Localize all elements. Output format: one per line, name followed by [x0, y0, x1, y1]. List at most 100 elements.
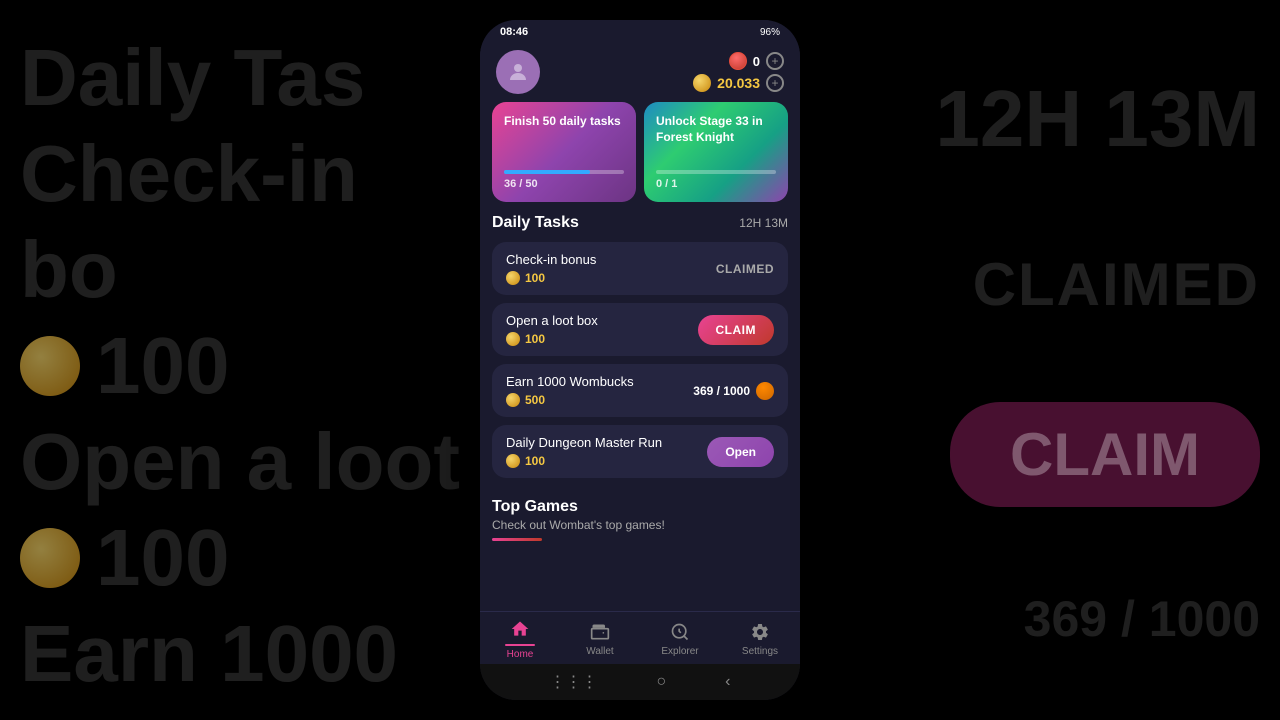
android-back-btn[interactable]: ‹ [725, 673, 730, 691]
background-right: 12H 13M CLAIMED CLAIM 369 / 1000 [800, 0, 1280, 720]
phone-frame: 08:46 96% 0 + 20.033 [480, 20, 800, 700]
bg-loot-coin-row: 100 [20, 510, 460, 606]
task-dungeon-coin-icon [506, 454, 520, 468]
daily-tasks-title: Daily Tasks [492, 214, 579, 232]
quest-card-1-progress: 36 / 50 [504, 170, 624, 190]
nav-home[interactable]: Home [480, 618, 560, 660]
quest-card-2-progress: 0 / 1 [656, 170, 776, 190]
gem-count: 0 [753, 54, 760, 69]
task-wombucks-progress: 369 / 1000 [693, 382, 774, 400]
claim-lootbox-button[interactable]: CLAIM [698, 315, 775, 345]
daily-tasks-header: Daily Tasks 12H 13M [492, 214, 788, 232]
task-wombucks-right: 369 / 1000 [693, 382, 774, 400]
task-checkin-amount: 100 [525, 271, 545, 285]
bg-progress-text: 369 / 1000 [1024, 589, 1260, 649]
header-top: 0 + 20.033 + [496, 50, 784, 94]
task-dungeon-right[interactable]: Open [707, 437, 774, 467]
task-wombucks-name: Earn 1000 Wombucks [506, 374, 634, 389]
android-nav-bar: ⋮⋮⋮ ○ ‹ [480, 664, 800, 700]
nav-explorer[interactable]: Explorer [640, 621, 720, 657]
header-right: 0 + 20.033 + [693, 52, 784, 92]
wallet-icon [589, 621, 611, 643]
bottom-nav: Home Wallet Explorer [480, 611, 800, 664]
nav-home-label: Home [507, 649, 534, 660]
bg-earn-text: Earn 1000 W [20, 606, 460, 720]
quest-progress-bar-1 [504, 170, 624, 174]
explorer-icon [669, 621, 691, 643]
task-wombucks-reward: 500 [506, 393, 634, 407]
daily-tasks-section: Daily Tasks 12H 13M Check-in bonus 100 C… [480, 214, 800, 478]
task-wombucks: Earn 1000 Wombucks 500 369 / 1000 [492, 364, 788, 417]
quest-card-daily-tasks[interactable]: Finish 50 daily tasks 36 / 50 [492, 102, 636, 202]
android-home-btn[interactable]: ○ [657, 673, 667, 691]
home-active-indicator [505, 644, 535, 646]
task-lootbox-reward: 100 [506, 332, 598, 346]
nav-settings-label: Settings [742, 646, 778, 657]
open-dungeon-button[interactable]: Open [707, 437, 774, 467]
bg-claim-btn: CLAIM [950, 402, 1260, 507]
top-games-section: Top Games Check out Wombat's top games! [480, 486, 800, 545]
task-lootbox-coin-icon [506, 332, 520, 346]
task-checkin-left: Check-in bonus 100 [506, 252, 596, 285]
task-dungeon-name: Daily Dungeon Master Run [506, 435, 662, 450]
nav-wallet-label: Wallet [586, 646, 613, 657]
quest-progress-fill-1 [504, 170, 590, 174]
top-games-subtitle: Check out Wombat's top games! [492, 518, 788, 532]
bg-title-text: Daily Tas [20, 30, 460, 126]
coins-row: 20.033 + [693, 74, 784, 92]
add-coins-button[interactable]: + [766, 74, 784, 92]
bg-loot-coin [20, 528, 80, 588]
home-icon [509, 618, 531, 640]
status-time: 08:46 [500, 26, 528, 38]
status-battery: 96% [760, 27, 780, 38]
bg-coin-icon [20, 336, 80, 396]
bg-checkin-row: Check-in bo [20, 126, 460, 318]
task-dungeon: Daily Dungeon Master Run 100 Open [492, 425, 788, 478]
gem-icon [729, 52, 747, 70]
bg-claimed-text: CLAIMED [973, 249, 1260, 321]
top-games-bar [492, 538, 542, 541]
task-wombucks-left: Earn 1000 Wombucks 500 [506, 374, 634, 407]
task-lootbox-left: Open a loot box 100 [506, 313, 598, 346]
gems-row: 0 + [729, 52, 784, 70]
nav-wallet[interactable]: Wallet [560, 621, 640, 657]
avatar[interactable] [496, 50, 540, 94]
header: 0 + 20.033 + [480, 44, 800, 102]
bg-checkin-coin-row: 100 [20, 318, 460, 414]
task-dungeon-left: Daily Dungeon Master Run 100 [506, 435, 662, 468]
daily-tasks-timer: 12H 13M [739, 216, 788, 230]
task-checkin-right: CLAIMED [716, 260, 774, 278]
bg-loot-text: Open a loot [20, 414, 460, 510]
android-menu-btn[interactable]: ⋮⋮⋮ [550, 672, 598, 692]
bg-timer-right: 12H 13M [935, 71, 1260, 167]
task-lootbox-right[interactable]: CLAIM [698, 315, 775, 345]
status-icons: 96% [760, 27, 780, 38]
task-wombucks-coin-icon [506, 393, 520, 407]
task-dungeon-amount: 100 [525, 454, 545, 468]
add-gems-button[interactable]: + [766, 52, 784, 70]
task-lootbox-amount: 100 [525, 332, 545, 346]
task-dungeon-reward: 100 [506, 454, 662, 468]
nav-settings[interactable]: Settings [720, 621, 800, 657]
coin-icon [693, 74, 711, 92]
quest-card-forest-knight[interactable]: Unlock Stage 33 in Forest Knight 0 / 1 [644, 102, 788, 202]
task-checkin-coin-icon [506, 271, 520, 285]
task-checkin-reward: 100 [506, 271, 596, 285]
task-wombucks-amount: 500 [525, 393, 545, 407]
nav-explorer-label: Explorer [661, 646, 698, 657]
task-lootbox: Open a loot box 100 CLAIM [492, 303, 788, 356]
task-wombucks-progress-text: 369 / 1000 [693, 384, 750, 398]
top-games-title: Top Games [492, 498, 788, 516]
scrollable-content[interactable]: Finish 50 daily tasks 36 / 50 Unlock Sta… [480, 102, 800, 611]
task-checkin-status: CLAIMED [716, 262, 774, 276]
task-checkin: Check-in bonus 100 CLAIMED [492, 242, 788, 295]
task-lootbox-name: Open a loot box [506, 313, 598, 328]
bg-checkin-text: Check-in bo [20, 126, 460, 318]
coin-amount: 20.033 [717, 75, 760, 91]
quest-progress-text-2: 0 / 1 [656, 178, 776, 190]
status-bar: 08:46 96% [480, 20, 800, 44]
task-checkin-name: Check-in bonus [506, 252, 596, 267]
progress-orb-icon [756, 382, 774, 400]
bg-checkin-amount: 100 [96, 318, 229, 414]
quest-progress-bar-2 [656, 170, 776, 174]
